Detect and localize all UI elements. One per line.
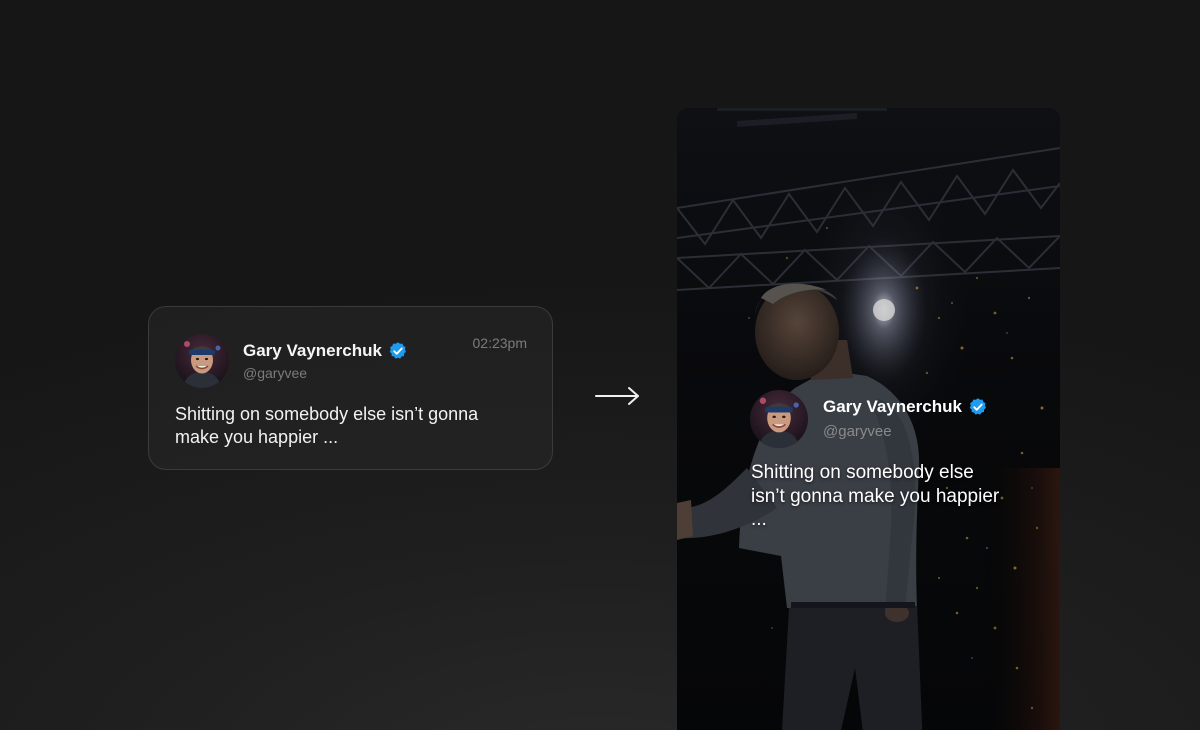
tweet-text: Shitting on somebody else isn’t gonna ma… bbox=[175, 404, 479, 447]
arrow-right-icon bbox=[595, 387, 639, 405]
story-avatar bbox=[750, 390, 808, 448]
author-handle[interactable]: @garyvee bbox=[243, 365, 307, 381]
avatar bbox=[175, 334, 229, 388]
tweet-timestamp: 02:23pm bbox=[472, 335, 527, 351]
story-preview: Gary Vaynerchuk @garyvee Shitting on som… bbox=[677, 108, 1060, 730]
verified-badge-icon bbox=[969, 398, 986, 415]
tweet-card: Gary Vaynerchuk @garyvee 02:23pm Shittin… bbox=[148, 306, 553, 470]
story-author-name: Gary Vaynerchuk bbox=[823, 397, 988, 417]
story-tweet-overlay: Gary Vaynerchuk @garyvee Shitting on som… bbox=[677, 108, 1060, 730]
story-author-name-text: Gary Vaynerchuk bbox=[823, 397, 962, 416]
author-name-text: Gary Vaynerchuk bbox=[243, 341, 382, 360]
story-tweet-text: Shitting on somebody else isn’t gonna ma… bbox=[751, 462, 1000, 530]
story-author-handle: @garyvee bbox=[823, 423, 892, 440]
author-name[interactable]: Gary Vaynerchuk bbox=[243, 341, 408, 361]
verified-badge-icon bbox=[389, 342, 406, 359]
